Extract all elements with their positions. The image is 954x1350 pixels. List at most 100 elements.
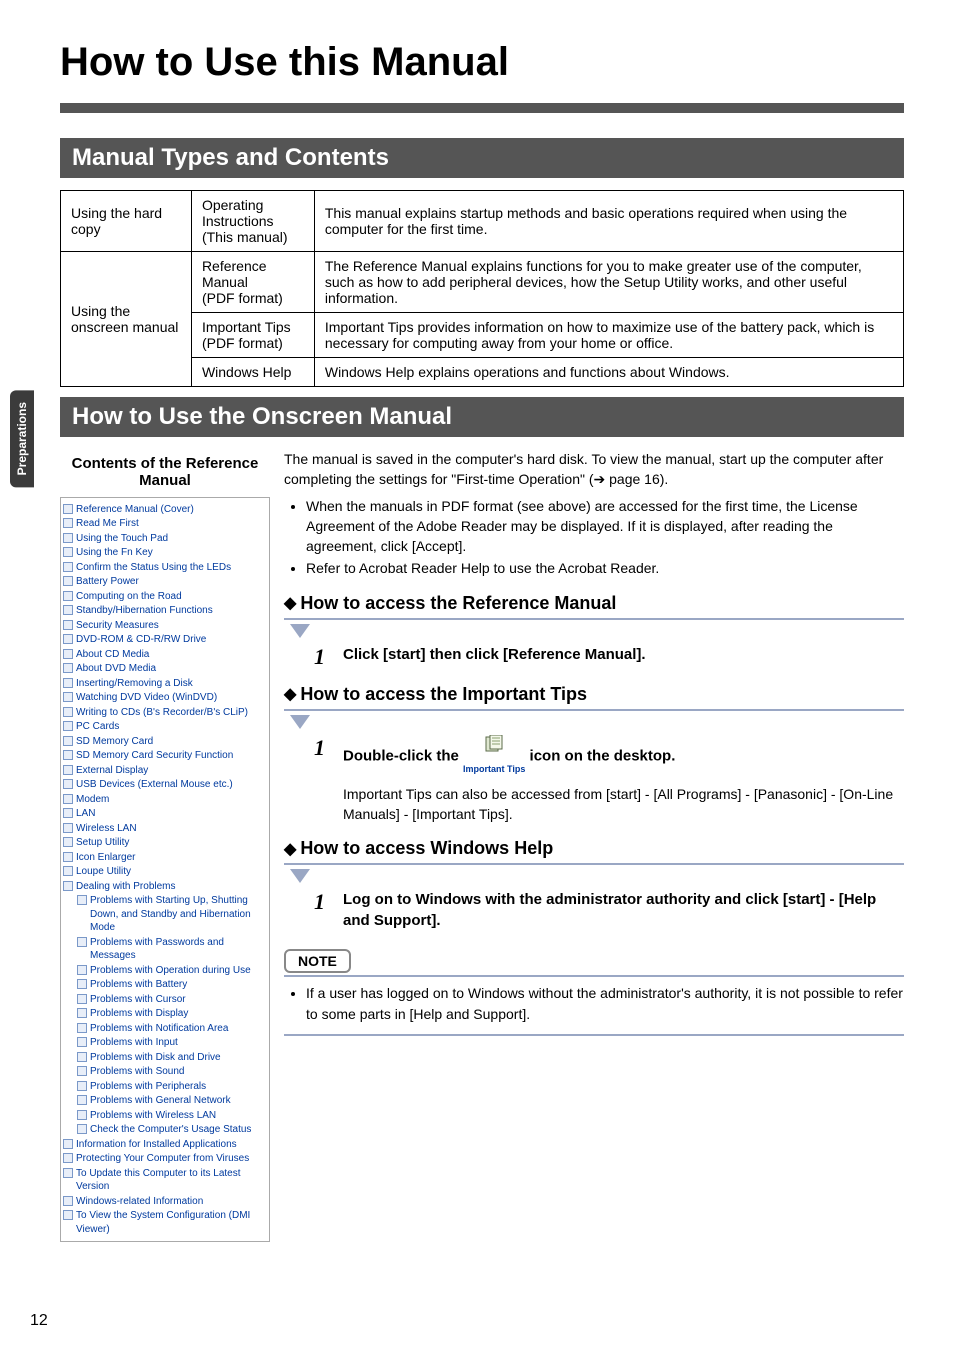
page-icon <box>63 750 73 760</box>
arrow-down-icon <box>290 869 310 883</box>
subhead-ref-manual: How to access the Reference Manual <box>284 593 904 614</box>
toc-item-label: Battery Power <box>76 575 139 589</box>
toc-item[interactable]: Problems with Disk and Drive <box>63 1050 267 1065</box>
cell-onscreen: Using the onscreen manual <box>61 252 192 387</box>
cell-imptips: Important Tips (PDF format) <box>191 313 314 358</box>
page-icon <box>63 866 73 876</box>
toc-item[interactable]: Reference Manual (Cover) <box>63 502 267 517</box>
intro-paragraph: The manual is saved in the computer's ha… <box>284 449 904 490</box>
rule <box>284 975 904 977</box>
page-icon <box>63 504 73 514</box>
toc-item-label: Problems with Sound <box>90 1065 185 1079</box>
subhead-important-tips-text: How to access the Important Tips <box>300 684 587 705</box>
toc-item[interactable]: Icon Enlarger <box>63 850 267 865</box>
page-icon <box>63 1196 73 1206</box>
toc-item-label: Confirm the Status Using the LEDs <box>76 561 231 575</box>
page-icon <box>63 605 73 615</box>
toc-item-label: Problems with Cursor <box>90 993 186 1007</box>
toc-item[interactable]: Problems with Operation during Use <box>63 963 267 978</box>
toc-item[interactable]: Problems with Peripherals <box>63 1079 267 1094</box>
toc-item[interactable]: Security Measures <box>63 618 267 633</box>
toc-item[interactable]: Problems with Passwords and Messages <box>63 935 267 963</box>
icon-caption: Important Tips <box>463 764 525 774</box>
toc-item[interactable]: Problems with Notification Area <box>63 1021 267 1036</box>
toc-item[interactable]: SD Memory Card Security Function <box>63 749 267 764</box>
toc-item[interactable]: External Display <box>63 763 267 778</box>
toc-item[interactable]: Inserting/Removing a Disk <box>63 676 267 691</box>
toc-item[interactable]: Windows-related Information <box>63 1194 267 1209</box>
toc-item[interactable]: Protecting Your Computer from Viruses <box>63 1152 267 1167</box>
cell-refman: Reference Manual (PDF format) <box>191 252 314 313</box>
page-icon <box>63 721 73 731</box>
toc-item[interactable]: Problems with Display <box>63 1007 267 1022</box>
toc-item[interactable]: Battery Power <box>63 575 267 590</box>
toc-item-label: Problems with Peripherals <box>90 1080 206 1094</box>
toc-item[interactable]: Wireless LAN <box>63 821 267 836</box>
toc-item-label: To View the System Configuration (DMI Vi… <box>76 1209 267 1236</box>
toc-item[interactable]: About CD Media <box>63 647 267 662</box>
toc-item[interactable]: Loupe Utility <box>63 865 267 880</box>
toc-item[interactable]: Problems with General Network <box>63 1094 267 1109</box>
toc-item-label: Problems with Wireless LAN <box>90 1109 216 1123</box>
toc-item[interactable]: USB Devices (External Mouse etc.) <box>63 778 267 793</box>
arrow-down-icon <box>290 624 310 638</box>
toc-item[interactable]: Standby/Hibernation Functions <box>63 604 267 619</box>
step-number: 1 <box>314 644 325 670</box>
page-icon <box>63 881 73 891</box>
toc-item[interactable]: Setup Utility <box>63 836 267 851</box>
page-icon <box>63 779 73 789</box>
toc-item[interactable]: Problems with Starting Up, Shutting Down… <box>63 894 267 936</box>
toc-item[interactable]: Confirm the Status Using the LEDs <box>63 560 267 575</box>
toc-item-label: SD Memory Card <box>76 735 153 749</box>
cell-refman-desc: The Reference Manual explains functions … <box>314 252 903 313</box>
section-onscreen-manual: How to Use the Onscreen Manual <box>60 397 904 437</box>
toc-item[interactable]: Problems with Cursor <box>63 992 267 1007</box>
cell-winhelp: Windows Help <box>191 358 314 387</box>
toc-item[interactable]: Modem <box>63 792 267 807</box>
toc-item[interactable]: LAN <box>63 807 267 822</box>
page-icon <box>77 979 87 989</box>
toc-item[interactable]: SD Memory Card <box>63 734 267 749</box>
toc-item-label: External Display <box>76 764 148 778</box>
toc-heading: Contents of the Reference Manual <box>60 455 270 489</box>
toc-item[interactable]: Writing to CDs (B's Recorder/B's CLiP) <box>63 705 267 720</box>
toc-item[interactable]: Using the Fn Key <box>63 546 267 561</box>
toc-item[interactable]: Problems with Sound <box>63 1065 267 1080</box>
toc-item[interactable]: Read Me First <box>63 517 267 532</box>
toc-item[interactable]: PC Cards <box>63 720 267 735</box>
step-number: 1 <box>314 889 325 915</box>
page-icon <box>63 1153 73 1163</box>
rule <box>284 618 904 620</box>
intro-page-ref: page 16). <box>605 471 668 487</box>
subhead-important-tips: How to access the Important Tips <box>284 684 904 705</box>
toc-item[interactable]: Dealing with Problems <box>63 879 267 894</box>
toc-item-label: USB Devices (External Mouse etc.) <box>76 778 233 792</box>
toc-item[interactable]: DVD-ROM & CD-R/RW Drive <box>63 633 267 648</box>
toc-item[interactable]: Information for Installed Applications <box>63 1137 267 1152</box>
toc-item-label: DVD-ROM & CD-R/RW Drive <box>76 633 206 647</box>
toc-item-label: Problems with Disk and Drive <box>90 1051 221 1065</box>
toc-item[interactable]: About DVD Media <box>63 662 267 677</box>
toc-item-label: About CD Media <box>76 648 149 662</box>
page-icon <box>77 1110 87 1120</box>
subhead-ref-manual-text: How to access the Reference Manual <box>300 593 616 614</box>
toc-item-label: Check the Computer's Usage Status <box>90 1123 251 1137</box>
toc-item[interactable]: Problems with Wireless LAN <box>63 1108 267 1123</box>
toc-item[interactable]: To Update this Computer to its Latest Ve… <box>63 1166 267 1194</box>
toc-item[interactable]: To View the System Configuration (DMI Vi… <box>63 1209 267 1237</box>
toc-item[interactable]: Using the Touch Pad <box>63 531 267 546</box>
step-b1-text-b: icon on the desktop. <box>530 747 676 764</box>
page-icon <box>77 965 87 975</box>
page-icon <box>63 678 73 688</box>
toc-item-label: Problems with Starting Up, Shutting Down… <box>90 894 267 935</box>
intro-text-1: The manual is saved in the computer's ha… <box>284 451 883 487</box>
toc-item[interactable]: Watching DVD Video (WinDVD) <box>63 691 267 706</box>
toc-item[interactable]: Computing on the Road <box>63 589 267 604</box>
toc-item-label: Inserting/Removing a Disk <box>76 677 193 691</box>
toc-item[interactable]: Problems with Input <box>63 1036 267 1051</box>
page-icon <box>63 852 73 862</box>
toc-item-label: Information for Installed Applications <box>76 1138 237 1152</box>
toc-item-label: Computing on the Road <box>76 590 182 604</box>
toc-item[interactable]: Check the Computer's Usage Status <box>63 1123 267 1138</box>
toc-item[interactable]: Problems with Battery <box>63 978 267 993</box>
